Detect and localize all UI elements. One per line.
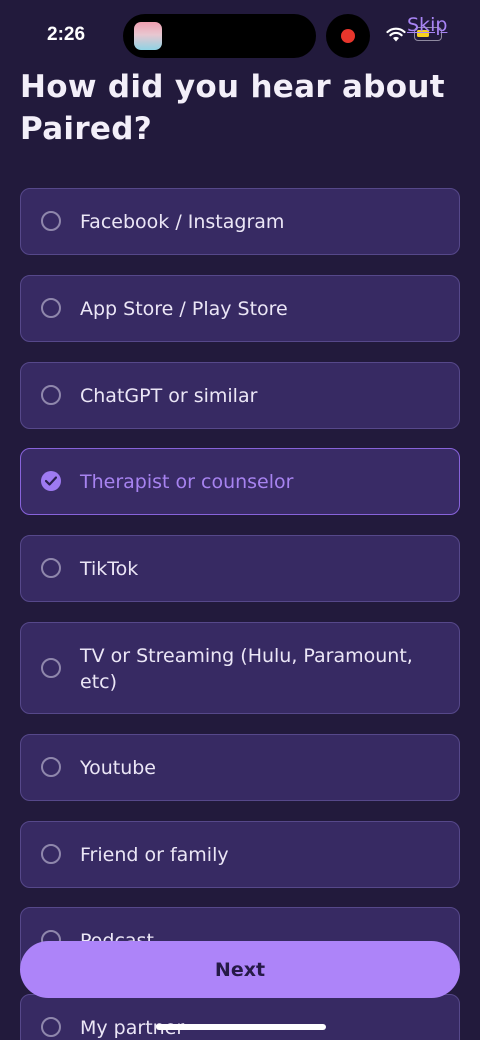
option-facebook-instagram[interactable]: Facebook / Instagram [20,188,460,255]
option-chatgpt[interactable]: ChatGPT or similar [20,362,460,429]
option-label: App Store / Play Store [80,298,288,320]
screen: 2:26 Skip How did you hear about Paired?… [0,0,480,1040]
option-my-partner[interactable]: My partner [20,994,460,1040]
radio-icon [41,558,61,578]
next-button[interactable]: Next [20,941,460,998]
option-label: Facebook / Instagram [80,211,285,233]
home-indicator [156,1024,326,1030]
checkmark-icon [41,471,61,491]
record-dot-icon [341,29,355,43]
radio-icon [41,757,61,777]
radio-icon [41,658,61,678]
app-icon [134,22,162,50]
radio-icon [41,844,61,864]
option-tiktok[interactable]: TikTok [20,535,460,602]
recording-indicator [326,14,370,58]
option-label: Friend or family [80,844,229,866]
skip-link[interactable]: Skip [407,14,447,36]
option-tv-streaming[interactable]: TV or Streaming (Hulu, Paramount, etc) [20,622,460,714]
option-label: Therapist or counselor [80,471,294,493]
option-friend-family[interactable]: Friend or family [20,821,460,888]
option-label: ChatGPT or similar [80,385,258,407]
dynamic-island [123,14,316,58]
option-label: TV or Streaming (Hulu, Paramount, etc) [80,645,413,693]
radio-icon [41,1017,61,1037]
option-label: Youtube [80,757,156,779]
option-app-store[interactable]: App Store / Play Store [20,275,460,342]
option-therapist[interactable]: Therapist or counselor [20,448,460,515]
radio-icon [41,211,61,231]
status-time: 2:26 [47,24,86,45]
page-title: How did you hear about Paired? [20,69,445,147]
option-youtube[interactable]: Youtube [20,734,460,801]
radio-icon [41,385,61,405]
radio-icon [41,298,61,318]
wifi-icon [386,27,406,42]
option-label: TikTok [80,558,139,580]
